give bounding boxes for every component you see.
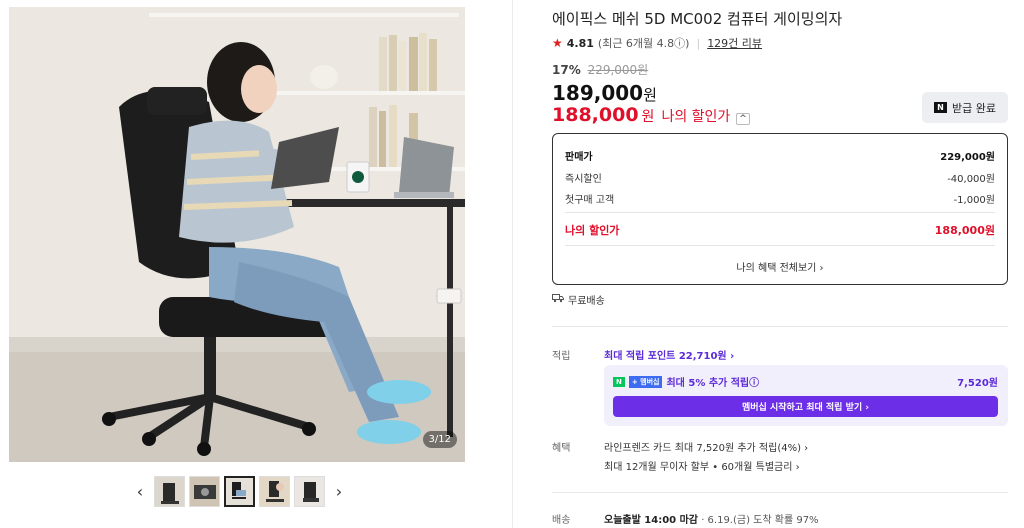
chevron-left-icon[interactable]: ‹: [130, 476, 150, 506]
sale-price: 189,000원: [552, 81, 657, 105]
price-row: 판매가 229,000원: [565, 148, 995, 163]
rating-row: ★ 4.81 (최근 6개월 4.8ⓘ) | 129건 리뷰: [552, 35, 762, 51]
my-price-unit: 원: [641, 109, 655, 125]
product-photo-illustration: [9, 7, 465, 462]
image-counter: 3/12: [422, 431, 457, 448]
naver-badge-icon: N: [613, 376, 625, 387]
delivery-detail: · 6.19.(금) 도착 확률 97%: [701, 515, 819, 526]
product-title: 에이픽스 메쉬 5D MC002 컴퓨터 게이밍의자: [552, 10, 843, 28]
free-shipping: 무료배송: [552, 292, 605, 307]
column-divider: [512, 0, 513, 528]
final-price-label: 나의 할인가: [565, 224, 620, 237]
price-row: 즉시할인 -40,000원: [565, 170, 995, 185]
membership-box: N + 멤버십 최대 5% 추가 적립ⓘ 7,520원 멤버십 시작하고 최대 …: [604, 365, 1008, 426]
price-row-value: -40,000원: [947, 174, 995, 185]
max-points-link[interactable]: 최대 적립 포인트 22,710원 ›: [604, 347, 734, 362]
coupon-received-button[interactable]: N 받급 완료: [922, 92, 1008, 123]
installment-benefit-link[interactable]: 최대 12개월 무이자 할부 • 60개월 특별금리 ›: [604, 458, 800, 473]
my-price-value: 188,000: [552, 104, 639, 126]
truck-icon: [552, 293, 564, 306]
thumbnail-strip: ‹ ›: [130, 474, 349, 508]
product-gallery: 3/12 ‹ ›: [0, 0, 512, 528]
price-row-label: 즉시할인: [565, 174, 602, 185]
rating-score: 4.81: [566, 36, 594, 50]
divider: [565, 245, 995, 246]
thumbnail[interactable]: [189, 475, 220, 507]
price-row: 첫구매 고객 -1,000원: [565, 191, 995, 206]
rating-sub[interactable]: (최근 6개월 4.8ⓘ): [598, 35, 690, 51]
price-row-label: 첫구매 고객: [565, 195, 615, 206]
delivery-deadline: 오늘출발 14:00 마감: [604, 515, 698, 526]
chevron-right-icon[interactable]: ›: [329, 476, 349, 506]
price-breakdown-box: 판매가 229,000원 즉시할인 -40,000원 첫구매 고객 -1,000…: [552, 133, 1008, 285]
divider: |: [696, 36, 701, 50]
delivery-label: 배송: [552, 515, 571, 526]
membership-text[interactable]: 최대 5% 추가 적립ⓘ: [666, 374, 759, 389]
membership-start-button[interactable]: 멤버십 시작하고 최대 적립 받기 ›: [613, 396, 998, 417]
free-shipping-label: 무료배송: [568, 296, 605, 307]
sale-price-unit: 원: [643, 86, 657, 104]
main-product-image[interactable]: 3/12: [9, 7, 465, 462]
price-row-value: 229,000원: [940, 152, 995, 163]
view-all-benefits-link[interactable]: 나의 혜택 전체보기 ›: [553, 259, 1007, 274]
price-row-value: -1,000원: [953, 195, 995, 206]
divider: [565, 212, 995, 213]
membership-value: 7,520원: [957, 378, 998, 389]
thumbnail[interactable]: [154, 475, 185, 507]
my-price-label: 나의 할인가: [661, 109, 731, 125]
thumbnail[interactable]: [294, 475, 325, 507]
points-label: 적립: [552, 351, 571, 362]
discount-percent: 17%: [552, 63, 581, 77]
coupon-label: 받급 완료: [952, 101, 996, 115]
final-price-value: 188,000원: [934, 224, 995, 237]
final-price-row: 나의 할인가 188,000원: [565, 222, 995, 238]
benefits-label: 혜택: [552, 443, 571, 454]
price-row-label: 판매가: [565, 152, 593, 163]
naver-logo-icon: N: [934, 102, 947, 113]
sale-price-value: 189,000: [552, 81, 644, 105]
membership-row: N + 멤버십 최대 5% 추가 적립ⓘ 7,520원: [613, 374, 998, 389]
review-count-link[interactable]: 129건 리뷰: [707, 35, 762, 51]
thumbnail[interactable]: [259, 475, 290, 507]
star-icon: ★: [552, 36, 563, 50]
my-price: 188,000 원 나의 할인가 ^: [552, 104, 750, 126]
card-benefit-link[interactable]: 라인프렌즈 카드 최대 7,520원 추가 적립(4%) ›: [604, 439, 808, 454]
discount-row: 17% 229,000원: [552, 61, 648, 78]
membership-badge: + 멤버십: [628, 375, 663, 388]
delivery-info: 오늘출발 14:00 마감 · 6.19.(금) 도착 확률 97%: [604, 511, 819, 526]
divider: [552, 326, 1008, 327]
chevron-up-icon[interactable]: ^: [736, 113, 750, 125]
original-price: 229,000원: [587, 63, 649, 77]
thumbnail-active[interactable]: [224, 475, 255, 507]
divider: [552, 492, 1008, 493]
